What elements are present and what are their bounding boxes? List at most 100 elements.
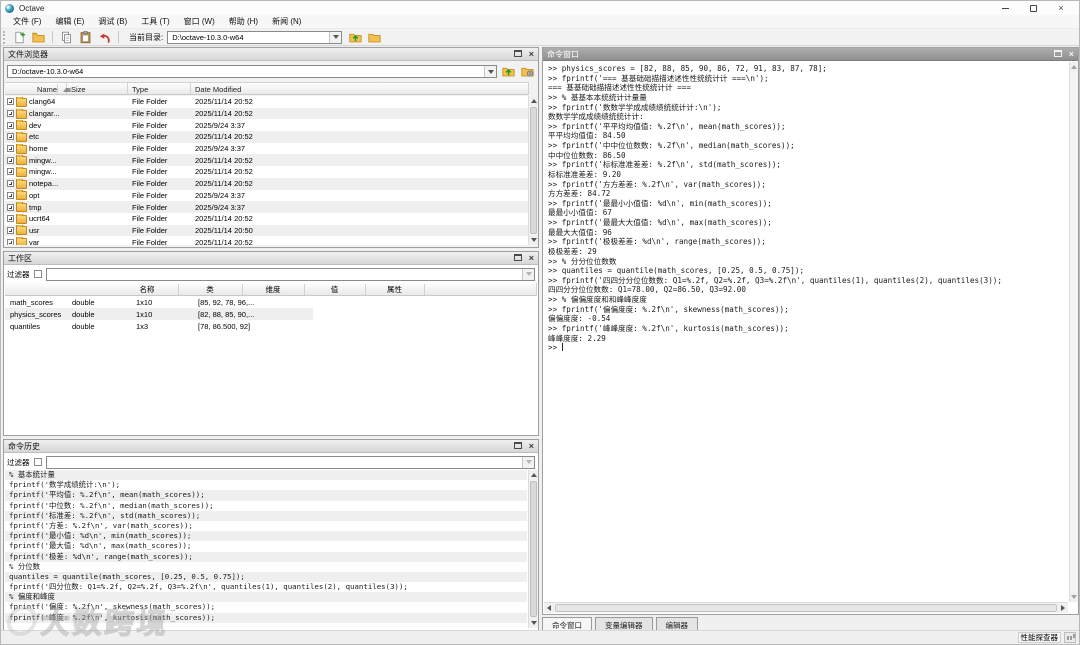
file-row[interactable]: tmp File Folder 2025/9/24 3:37 (5, 201, 529, 213)
undo-button[interactable] (96, 30, 113, 45)
file-row[interactable]: home File Folder 2025/9/24 3:37 (5, 143, 529, 155)
undock-button[interactable] (1053, 49, 1062, 59)
panel-close-button[interactable]: × (529, 254, 534, 263)
expand-icon[interactable] (7, 98, 14, 106)
menu-item[interactable]: 编辑 (E) (48, 15, 91, 29)
column-header-variable-name[interactable]: 名称 (117, 283, 179, 295)
history-command[interactable]: % 分位数 (5, 562, 527, 572)
undock-button[interactable] (513, 49, 522, 59)
scroll-down-button[interactable] (529, 618, 538, 628)
undock-button[interactable] (513, 253, 522, 263)
column-header-date-modified[interactable]: Date Modified (191, 83, 529, 94)
history-command[interactable]: fprintf('极差: %d\n', range(math_scores)); (5, 551, 527, 562)
workspace-variable-row[interactable]: math_scores double 1x10 [85, 92, 78, 96,... (5, 296, 373, 308)
file-row[interactable]: dev File Folder 2025/9/24 3:37 (5, 119, 529, 131)
column-header-class[interactable]: 类 (179, 283, 243, 295)
file-table-header[interactable]: Name Size Type Date Modified (5, 82, 529, 95)
file-row[interactable]: mingw... File Folder 2025/11/14 20:52 (5, 166, 529, 178)
panel-close-button[interactable]: × (529, 442, 534, 451)
column-header-value[interactable]: 值 (305, 283, 366, 295)
scroll-down-button[interactable] (1070, 592, 1078, 602)
scrollbar-thumb[interactable] (530, 107, 537, 234)
column-header-attribute[interactable]: 属性 (366, 283, 425, 295)
scroll-right-button[interactable] (1058, 603, 1068, 613)
combo-dropdown-button[interactable] (522, 268, 534, 280)
history-command[interactable]: quantiles = quantile(math_scores, [0.25,… (5, 571, 527, 583)
expand-icon[interactable] (7, 110, 14, 118)
expand-icon[interactable] (7, 145, 14, 153)
expand-icon[interactable] (7, 238, 14, 245)
expand-icon[interactable] (7, 121, 14, 129)
menu-item[interactable]: 窗口 (W) (177, 15, 222, 29)
undock-button[interactable] (513, 441, 522, 451)
file-row[interactable]: mingw... File Folder 2025/11/14 20:52 (5, 154, 529, 167)
file-list-scrollbar[interactable] (528, 96, 538, 245)
scroll-up-button[interactable] (1070, 62, 1078, 72)
browse-directory-button[interactable] (366, 30, 383, 45)
scrollbar-thumb[interactable] (530, 481, 537, 617)
file-row[interactable]: ucrt64 File Folder 2025/11/14 20:52 (5, 213, 529, 225)
history-command[interactable]: % 基本统计量 (5, 470, 527, 481)
workspace-variable-row[interactable]: physics_scores double 1x10 [82, 88, 85, 90,… (5, 308, 313, 320)
scrollbar-thumb[interactable] (555, 604, 1057, 612)
history-command[interactable]: fprintf('中位数: %.2f\n', median(math_score… (5, 501, 527, 511)
file-row[interactable]: clang64 File Folder 2025/11/14 20:52 (5, 96, 529, 108)
history-command[interactable]: fprintf('偏度: %.2f\n', skewness(math_scor… (5, 602, 527, 612)
command-window-vscrollbar[interactable] (1069, 62, 1078, 602)
command-window-hscrollbar[interactable] (544, 602, 1068, 613)
file-row[interactable]: notepa... File Folder 2025/11/14 20:52 (5, 177, 529, 190)
history-command[interactable]: fprintf('峰度: %.2f\n', kurtosis(math_scor… (5, 612, 527, 623)
console-output[interactable]: >> physics_scores = [82, 88, 85, 90, 86,… (544, 62, 1068, 602)
scroll-down-button[interactable] (529, 235, 538, 245)
maximize-button[interactable] (1019, 1, 1047, 15)
column-header-name[interactable]: Name (5, 83, 72, 94)
history-command[interactable]: fprintf('标准差: %.2f\n', std(math_scores))… (5, 510, 527, 521)
column-header-type[interactable]: Type (128, 83, 191, 94)
panel-close-button[interactable]: × (529, 50, 534, 59)
file-row[interactable]: clangar... File Folder 2025/11/14 20:52 (5, 107, 529, 120)
profiler-icon[interactable] (1064, 632, 1076, 643)
expand-icon[interactable] (7, 168, 14, 176)
file-browser-path-combobox[interactable]: D:/octave-10.3.0-w64 (7, 65, 497, 78)
file-row[interactable]: etc File Folder 2025/11/14 20:52 (5, 131, 529, 143)
panel-close-button[interactable]: × (1069, 50, 1074, 59)
history-command[interactable]: % 偏度和峰度 (5, 592, 527, 603)
scroll-up-button[interactable] (529, 96, 538, 106)
history-scrollbar[interactable] (528, 470, 538, 628)
history-command[interactable]: fprintf('方差: %.2f\n', var(math_scores)); (5, 521, 527, 531)
history-command[interactable]: fprintf('最大值: %d\n', max(math_scores)); (5, 541, 527, 551)
history-command[interactable]: fprintf('数学成绩统计:\n'); (5, 480, 527, 490)
menu-item[interactable]: 调试 (B) (91, 15, 134, 29)
history-command[interactable]: fprintf('平均值: %.2f\n', mean(math_scores)… (5, 490, 527, 501)
scroll-left-button[interactable] (544, 603, 554, 613)
column-header-dimension[interactable]: 维度 (243, 283, 305, 295)
expand-icon[interactable] (7, 191, 14, 199)
expand-icon[interactable] (7, 156, 14, 164)
open-file-button[interactable] (30, 30, 47, 45)
one-directory-up-button[interactable] (500, 65, 516, 79)
workspace-table-header[interactable]: 名称 类 维度 值 属性 (5, 283, 537, 296)
history-command[interactable]: fprintf('四分位数: Q1=%.2f, Q2=%.2f, Q3=%.2f… (5, 582, 527, 592)
new-script-button[interactable] (11, 30, 28, 45)
expand-icon[interactable] (7, 133, 14, 141)
workspace-filter-combobox[interactable] (45, 267, 535, 281)
toolbar-handle[interactable] (3, 30, 7, 44)
menu-item[interactable]: 帮助 (H) (222, 15, 265, 29)
menu-item[interactable]: 工具 (T) (134, 15, 176, 29)
menu-item[interactable]: 文件 (F) (6, 15, 48, 29)
workspace-variable-row[interactable]: quantiles double 1x3 [78, 86.500, 92] (5, 320, 373, 332)
current-directory-combobox[interactable]: D:\octave-10.3.0-w64 (167, 30, 343, 44)
combo-dropdown-button[interactable] (329, 31, 342, 43)
combo-dropdown-button[interactable] (484, 66, 496, 77)
menu-item[interactable]: 新闻 (N) (265, 15, 308, 29)
file-row[interactable]: usr File Folder 2025/11/14 20:50 (5, 224, 529, 237)
filter-checkbox[interactable] (33, 458, 42, 466)
expand-icon[interactable] (7, 226, 14, 234)
close-button[interactable]: × (1047, 1, 1075, 15)
expand-icon[interactable] (7, 215, 14, 223)
history-command[interactable]: fprintf('最小值: %d\n', min(math_scores)); (5, 531, 527, 542)
filter-checkbox[interactable] (33, 270, 42, 278)
directory-up-button[interactable] (347, 30, 364, 45)
file-row[interactable]: opt File Folder 2025/9/24 3:37 (5, 190, 529, 202)
expand-icon[interactable] (7, 203, 14, 211)
